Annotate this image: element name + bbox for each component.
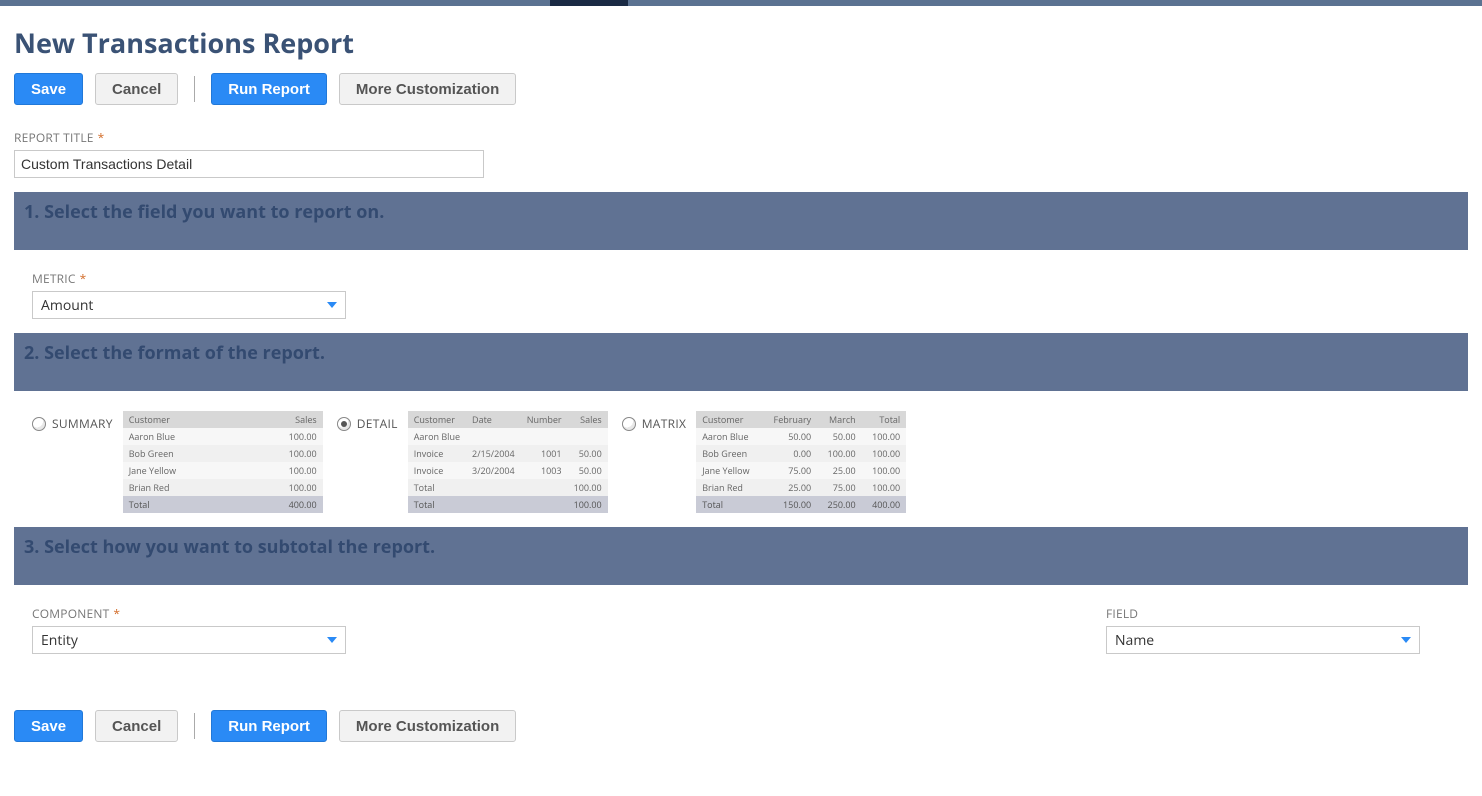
run-report-button[interactable]: Run Report <box>211 73 327 105</box>
chevron-down-icon <box>1401 637 1411 643</box>
toolbar-bottom: Save Cancel Run Report More Customizatio… <box>14 710 1468 742</box>
component-value: Entity <box>41 631 78 650</box>
more-customization-button-bottom[interactable]: More Customization <box>339 710 516 742</box>
field-label: FIELD <box>1106 605 1420 622</box>
summary-preview-table: Customer Sales Aaron Blue100.00 Bob Gree… <box>123 411 323 513</box>
section-banner-3-text: 3. Select how you want to subtotal the r… <box>24 535 435 559</box>
section-banner-3: 3. Select how you want to subtotal the r… <box>14 527 1468 585</box>
format-option-detail: DETAIL Customer Date Number Sales Aaron … <box>337 411 608 513</box>
summary-label: SUMMARY <box>52 415 113 432</box>
metric-value: Amount <box>41 296 93 315</box>
metric-select[interactable]: Amount <box>32 291 346 319</box>
chevron-down-icon <box>327 302 337 308</box>
section-banner-2: 2. Select the format of the report. <box>14 333 1468 391</box>
section-banner-1: 1. Select the field you want to report o… <box>14 192 1468 250</box>
section-banner-1-text: 1. Select the field you want to report o… <box>24 200 384 224</box>
format-option-matrix: MATRIX Customer February March Total Aar… <box>622 411 906 513</box>
page-title: New Transactions Report <box>14 24 1468 61</box>
metric-label: METRIC* <box>32 270 1468 287</box>
format-option-summary: SUMMARY Customer Sales Aaron Blue100.00 … <box>32 411 323 513</box>
toolbar-top: Save Cancel Run Report More Customizatio… <box>14 73 1468 105</box>
save-button[interactable]: Save <box>14 73 83 105</box>
matrix-preview-table: Customer February March Total Aaron Blue… <box>696 411 906 513</box>
detail-preview-table: Customer Date Number Sales Aaron Blue In… <box>408 411 608 513</box>
matrix-label: MATRIX <box>642 415 686 432</box>
format-options: SUMMARY Customer Sales Aaron Blue100.00 … <box>14 411 1468 513</box>
report-title-label: REPORT TITLE* <box>14 129 1468 146</box>
component-select[interactable]: Entity <box>32 626 346 654</box>
matrix-radio[interactable] <box>622 417 636 431</box>
more-customization-button[interactable]: More Customization <box>339 73 516 105</box>
field-value: Name <box>1115 631 1154 650</box>
toolbar-divider <box>194 713 195 739</box>
cancel-button[interactable]: Cancel <box>95 73 178 105</box>
save-button-bottom[interactable]: Save <box>14 710 83 742</box>
toolbar-divider <box>194 76 195 102</box>
summary-radio[interactable] <box>32 417 46 431</box>
section-banner-2-text: 2. Select the format of the report. <box>24 341 325 365</box>
detail-label: DETAIL <box>357 415 398 432</box>
chevron-down-icon <box>327 637 337 643</box>
field-select[interactable]: Name <box>1106 626 1420 654</box>
active-nav-indicator <box>550 0 628 6</box>
component-label: COMPONENT* <box>32 605 346 622</box>
cancel-button-bottom[interactable]: Cancel <box>95 710 178 742</box>
detail-radio[interactable] <box>337 417 351 431</box>
run-report-button-bottom[interactable]: Run Report <box>211 710 327 742</box>
report-title-input[interactable] <box>14 150 484 178</box>
subtotal-row: COMPONENT* Entity FIELD Name <box>14 605 1468 654</box>
